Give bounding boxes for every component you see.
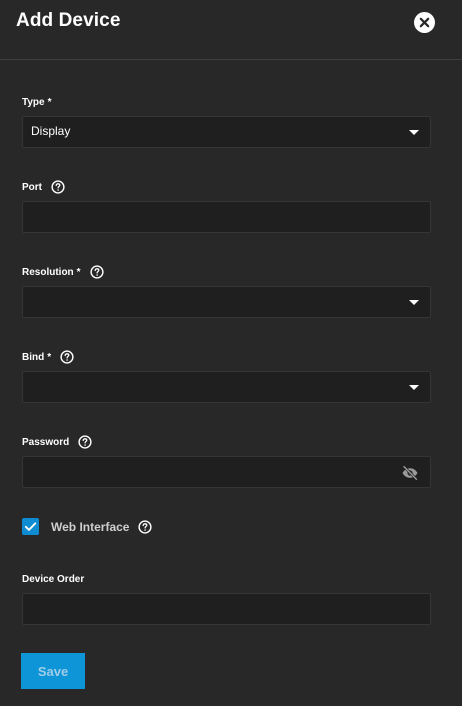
web-interface-checkbox[interactable] [22, 518, 39, 535]
save-button[interactable]: Save [21, 653, 85, 689]
password-label: Password [22, 436, 70, 448]
port-label-group: Port [22, 180, 65, 194]
device-order-label: Device Order [22, 573, 85, 585]
port-label: Port [22, 181, 42, 193]
help-icon[interactable] [138, 520, 153, 534]
type-selected-value: Display [31, 124, 71, 138]
chevron-down-icon [409, 385, 419, 390]
panel-title: Add Device [16, 10, 121, 31]
bind-select[interactable] [22, 371, 431, 403]
type-select[interactable]: Display [22, 116, 431, 148]
resolution-label: Resolution [22, 266, 74, 278]
bind-label-group: Bind * [22, 350, 74, 364]
port-input[interactable] [22, 201, 431, 233]
checkmark-icon [24, 522, 37, 531]
eye-off-icon[interactable] [401, 464, 419, 482]
help-icon[interactable] [78, 435, 92, 449]
close-circle-icon [419, 17, 430, 28]
web-interface-label[interactable]: Web Interface [51, 520, 129, 534]
chevron-down-icon [409, 300, 419, 305]
password-label-group: Password [22, 435, 92, 449]
panel-header: Add Device [0, 0, 462, 60]
add-device-panel: Add Device Type * Display Port Resolutio… [0, 0, 462, 706]
type-label-group: Type * [22, 95, 52, 109]
web-interface-label-group: Web Interface [51, 520, 153, 534]
password-input[interactable] [22, 456, 431, 488]
help-icon[interactable] [89, 265, 104, 279]
bind-label: Bind [22, 351, 45, 363]
device-order-label-group: Device Order [22, 572, 84, 586]
bind-required-mark: * [47, 351, 52, 363]
type-required-mark: * [47, 96, 52, 108]
type-label: Type [22, 96, 45, 108]
chevron-down-icon [409, 130, 419, 135]
device-order-input[interactable] [22, 593, 431, 625]
help-icon[interactable] [60, 350, 74, 364]
close-button[interactable] [414, 12, 435, 33]
resolution-required-mark: * [76, 266, 81, 278]
help-icon[interactable] [51, 180, 65, 194]
resolution-select[interactable] [22, 286, 431, 318]
resolution-label-group: Resolution * [22, 265, 104, 279]
